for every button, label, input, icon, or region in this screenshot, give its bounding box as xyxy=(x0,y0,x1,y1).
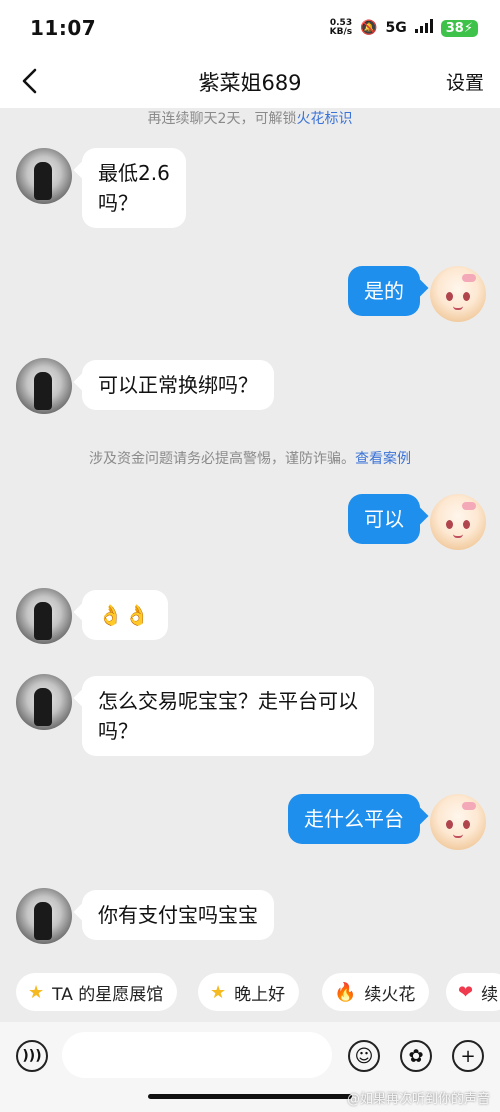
star-icon: ★ xyxy=(210,981,227,1003)
voice-icon: ))) xyxy=(22,1048,42,1064)
star-icon: ★ xyxy=(28,981,45,1003)
watermark: @如果再次听到你的声音 xyxy=(346,1092,490,1107)
home-indicator xyxy=(148,1094,352,1099)
my-avatar[interactable] xyxy=(430,494,486,550)
chevron-left-icon xyxy=(22,68,37,94)
contact-avatar[interactable] xyxy=(16,358,72,414)
my-avatar[interactable] xyxy=(430,794,486,850)
network-speed-unit: KB/s xyxy=(329,27,353,37)
contact-avatar[interactable] xyxy=(16,888,72,944)
chip-label: TA 的星愿展馆 xyxy=(52,984,164,1005)
fire-icon: 🔥 xyxy=(334,981,357,1003)
quick-actions-bar[interactable]: ★ TA 的星愿展馆 ★ 晚上好 🔥 续火花 ❤ 续 xyxy=(0,968,500,1018)
charging-icon: ⚡ xyxy=(463,20,473,36)
more-button[interactable]: + xyxy=(452,1040,484,1072)
message-line: 最低2.6 xyxy=(98,161,170,185)
quick-action-heart[interactable]: ❤ 续 xyxy=(446,973,500,1011)
back-button[interactable] xyxy=(14,66,44,96)
message-line: 怎么交易呢宝宝？走平台可以 xyxy=(98,689,358,713)
incoming-message[interactable]: 最低2.6 吗？ xyxy=(82,148,186,228)
outgoing-message[interactable]: 是的 xyxy=(348,266,420,316)
emoji-button[interactable]: ☺ xyxy=(348,1040,380,1072)
my-avatar[interactable] xyxy=(430,266,486,322)
safety-warning-text: 涉及资金问题请务必提高警惕，谨防诈骗。 xyxy=(89,451,355,467)
incoming-emoji-message[interactable]: 👌👌 xyxy=(82,590,168,640)
incoming-message[interactable]: 可以正常换绑吗？ xyxy=(82,360,274,410)
contact-avatar[interactable] xyxy=(16,674,72,730)
message-line: 吗？ xyxy=(98,719,138,743)
status-time: 11:07 xyxy=(30,16,97,40)
heart-icon: ❤ xyxy=(458,981,474,1003)
status-indicators: 0.53 KB/s 🔕 5G 38⚡ xyxy=(330,19,478,37)
smiley-icon: ☺ xyxy=(354,1045,374,1067)
message-input[interactable] xyxy=(62,1032,332,1078)
contact-avatar[interactable] xyxy=(16,588,72,644)
status-bar: 11:07 0.53 KB/s 🔕 5G 38⚡ xyxy=(0,0,500,56)
contact-avatar[interactable] xyxy=(16,148,72,204)
signal-icon xyxy=(414,19,433,37)
chip-label: 晚上好 xyxy=(234,984,286,1005)
streak-notice: 再连续聊天2天，可解锁火花标识 xyxy=(0,108,500,128)
voice-input-button[interactable]: ))) xyxy=(16,1040,48,1072)
battery-indicator: 38⚡ xyxy=(440,19,478,37)
chip-label: 续火花 xyxy=(364,984,416,1005)
message-line: 吗？ xyxy=(98,191,138,215)
outgoing-message[interactable]: 可以 xyxy=(348,494,420,544)
mute-bell-icon: 🔕 xyxy=(360,20,378,36)
quick-action-star-gallery[interactable]: ★ TA 的星愿展馆 xyxy=(16,973,178,1011)
sticker-button[interactable]: ✿ xyxy=(400,1040,432,1072)
chat-title: 紫菜姐689 xyxy=(198,71,302,95)
network-type: 5G xyxy=(385,20,407,36)
chip-label: 续 xyxy=(481,984,499,1005)
battery-level: 38 xyxy=(445,20,464,36)
sticker-icon: ✿ xyxy=(408,1045,424,1067)
network-speed: 0.53 KB/s xyxy=(330,19,352,37)
outgoing-message[interactable]: 走什么平台 xyxy=(288,794,420,844)
quick-action-good-evening[interactable]: ★ 晚上好 xyxy=(198,973,300,1011)
incoming-message[interactable]: 怎么交易呢宝宝？走平台可以 吗？ xyxy=(82,676,374,756)
quick-action-continue-spark[interactable]: 🔥 续火花 xyxy=(322,973,430,1011)
chat-messages[interactable]: 再连续聊天2天，可解锁火花标识 最低2.6 吗？ 是的 可以正常换绑吗？ 涉及资… xyxy=(0,108,500,968)
incoming-message[interactable]: 你有支付宝吗宝宝 xyxy=(82,890,274,940)
plus-icon: + xyxy=(460,1045,476,1067)
settings-button[interactable]: 设置 xyxy=(446,68,484,95)
chat-header: 紫菜姐689 设置 xyxy=(0,56,500,108)
streak-badge-link[interactable]: 火花标识 xyxy=(296,111,352,127)
safety-warning: 涉及资金问题请务必提高警惕，谨防诈骗。查看案例 xyxy=(0,448,500,468)
streak-notice-text: 再连续聊天2天，可解锁 xyxy=(147,111,297,127)
view-cases-link[interactable]: 查看案例 xyxy=(355,451,411,467)
